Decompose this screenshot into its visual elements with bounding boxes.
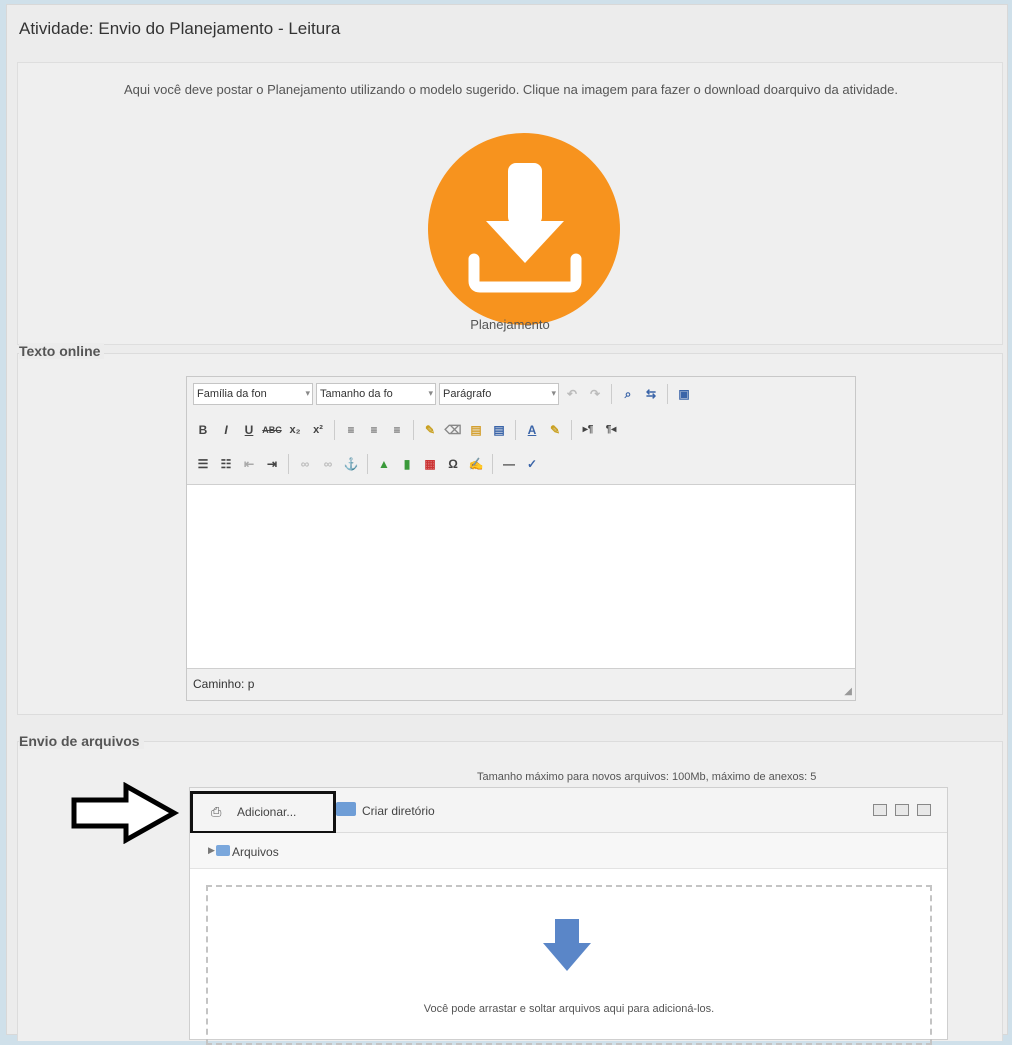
assignment-page: Atividade: Envio do Planejamento - Leitu… — [6, 4, 1008, 1045]
toolbar-row-2: B I U ABC x₂ x² ≡ ≡ ≡ ✎ ⌫ ▤ ▤ A ✎ ▸¶ ¶◂ — [193, 418, 621, 442]
download-button[interactable] — [428, 133, 620, 325]
unlink-icon[interactable]: ∞ — [318, 454, 338, 474]
add-file-icon: ⎙ — [211, 804, 222, 819]
download-label[interactable]: Planejamento — [18, 317, 1002, 332]
special-char-icon[interactable]: Ω — [443, 454, 463, 474]
redo-icon[interactable]: ↷ — [585, 384, 605, 404]
drop-zone-text: Você pode arrastar e soltar arquivos aqu… — [423, 1003, 715, 1015]
chevron-down-icon: ▾ — [428, 388, 433, 398]
indent-icon[interactable]: ⇥ — [262, 454, 282, 474]
intro-section: Aqui você deve postar o Planejamento uti… — [17, 62, 1003, 345]
align-right-icon[interactable]: ≡ — [387, 420, 407, 440]
paste-text-icon[interactable]: ▤ — [466, 420, 486, 440]
folder-path-bar: ▶ Arquivos — [190, 833, 947, 869]
page-title: Atividade: Envio do Planejamento - Leitu… — [19, 19, 341, 38]
align-center-icon[interactable]: ≡ — [364, 420, 384, 440]
resize-handle-icon[interactable]: ◢ — [844, 686, 852, 697]
find-icon[interactable]: ⌕ — [618, 384, 638, 404]
ltr-icon[interactable]: ▸¶ — [578, 420, 598, 440]
folder-path-label[interactable]: Arquivos — [232, 845, 279, 859]
number-list-icon[interactable]: ☷ — [216, 454, 236, 474]
eraser-icon[interactable]: ⌫ — [443, 420, 463, 440]
drop-arrow-icon — [543, 919, 591, 971]
editor-content-area[interactable] — [187, 485, 855, 668]
edit-html-icon[interactable]: ✍ — [466, 454, 486, 474]
paragraph-select[interactable]: Parágrafo ▾ — [439, 383, 559, 405]
pointer-arrow-icon — [71, 782, 180, 844]
file-upload-legend: Envio de arquivos — [19, 733, 144, 749]
spellcheck-icon[interactable]: ✓ — [522, 454, 542, 474]
tree-view-icon[interactable] — [917, 804, 931, 816]
font-family-select[interactable]: Família da fon ▾ — [193, 383, 313, 405]
clean-icon[interactable]: ✎ — [420, 420, 440, 440]
add-file-button[interactable]: ⎙ Adicionar... — [190, 791, 336, 834]
text-color-icon[interactable]: A — [522, 420, 542, 440]
intro-text: Aqui você deve postar o Planejamento uti… — [124, 82, 898, 97]
grid-view-icon[interactable] — [873, 804, 887, 816]
file-picker: ⎙ Adicionar... Criar diretório ▶ Arquivo… — [189, 787, 948, 1045]
expand-arrow-icon[interactable]: ▶ — [208, 845, 215, 856]
highlight-icon[interactable]: ✎ — [545, 420, 565, 440]
editor-path: Caminho: p — [193, 677, 255, 691]
strikethrough-icon[interactable]: ABC — [262, 420, 282, 440]
italic-icon[interactable]: I — [216, 420, 236, 440]
toolbar-row-3: ☰ ☷ ⇤ ⇥ ∞ ∞ ⚓ ▲ ▮ ▦ Ω ✍ — ✓ — [193, 452, 542, 476]
rich-text-editor: Família da fon ▾ Tamanho da fo ▾ Parágrafo… — [186, 376, 856, 701]
list-view-icon[interactable] — [895, 804, 909, 816]
bold-icon[interactable]: B — [193, 420, 213, 440]
superscript-icon[interactable]: x² — [308, 420, 328, 440]
link-icon[interactable]: ∞ — [295, 454, 315, 474]
editor-status-bar: Caminho: p ◢ — [187, 668, 855, 700]
subscript-icon[interactable]: x₂ — [285, 420, 305, 440]
max-size-text: Tamanho máximo para novos arquivos: 100M… — [477, 771, 817, 783]
online-text-legend: Texto online — [19, 343, 105, 359]
rtl-icon[interactable]: ¶◂ — [601, 420, 621, 440]
toolbar-row-1: Família da fon ▾ Tamanho da fo ▾ Parágrafo… — [193, 382, 694, 406]
replace-icon[interactable]: ⇆ — [641, 384, 661, 404]
paste-word-icon[interactable]: ▤ — [489, 420, 509, 440]
media-icon[interactable]: ▮ — [397, 454, 417, 474]
download-icon — [468, 163, 582, 293]
file-picker-toolbar: ⎙ Adicionar... Criar diretório — [190, 788, 947, 834]
font-size-select[interactable]: Tamanho da fo ▾ — [316, 383, 436, 405]
align-left-icon[interactable]: ≡ — [341, 420, 361, 440]
folder-icon — [336, 802, 356, 816]
image-icon[interactable]: ▲ — [374, 454, 394, 474]
drop-zone[interactable]: Você pode arrastar e soltar arquivos aqu… — [206, 885, 932, 1045]
fullscreen-icon[interactable]: ▣ — [674, 384, 694, 404]
create-folder-button[interactable]: Criar diretório — [336, 802, 435, 818]
undo-icon[interactable]: ↶ — [562, 384, 582, 404]
bullet-list-icon[interactable]: ☰ — [193, 454, 213, 474]
outdent-icon[interactable]: ⇤ — [239, 454, 259, 474]
chevron-down-icon: ▾ — [551, 388, 556, 398]
underline-icon[interactable]: U — [239, 420, 259, 440]
editor-toolbar: Família da fon ▾ Tamanho da fo ▾ Parágrafo… — [187, 377, 855, 485]
chevron-down-icon: ▾ — [305, 388, 310, 398]
view-toggle — [873, 804, 931, 816]
table-icon[interactable]: ▦ — [420, 454, 440, 474]
hr-icon[interactable]: — — [499, 454, 519, 474]
folder-icon — [216, 845, 230, 856]
anchor-icon[interactable]: ⚓ — [341, 454, 361, 474]
